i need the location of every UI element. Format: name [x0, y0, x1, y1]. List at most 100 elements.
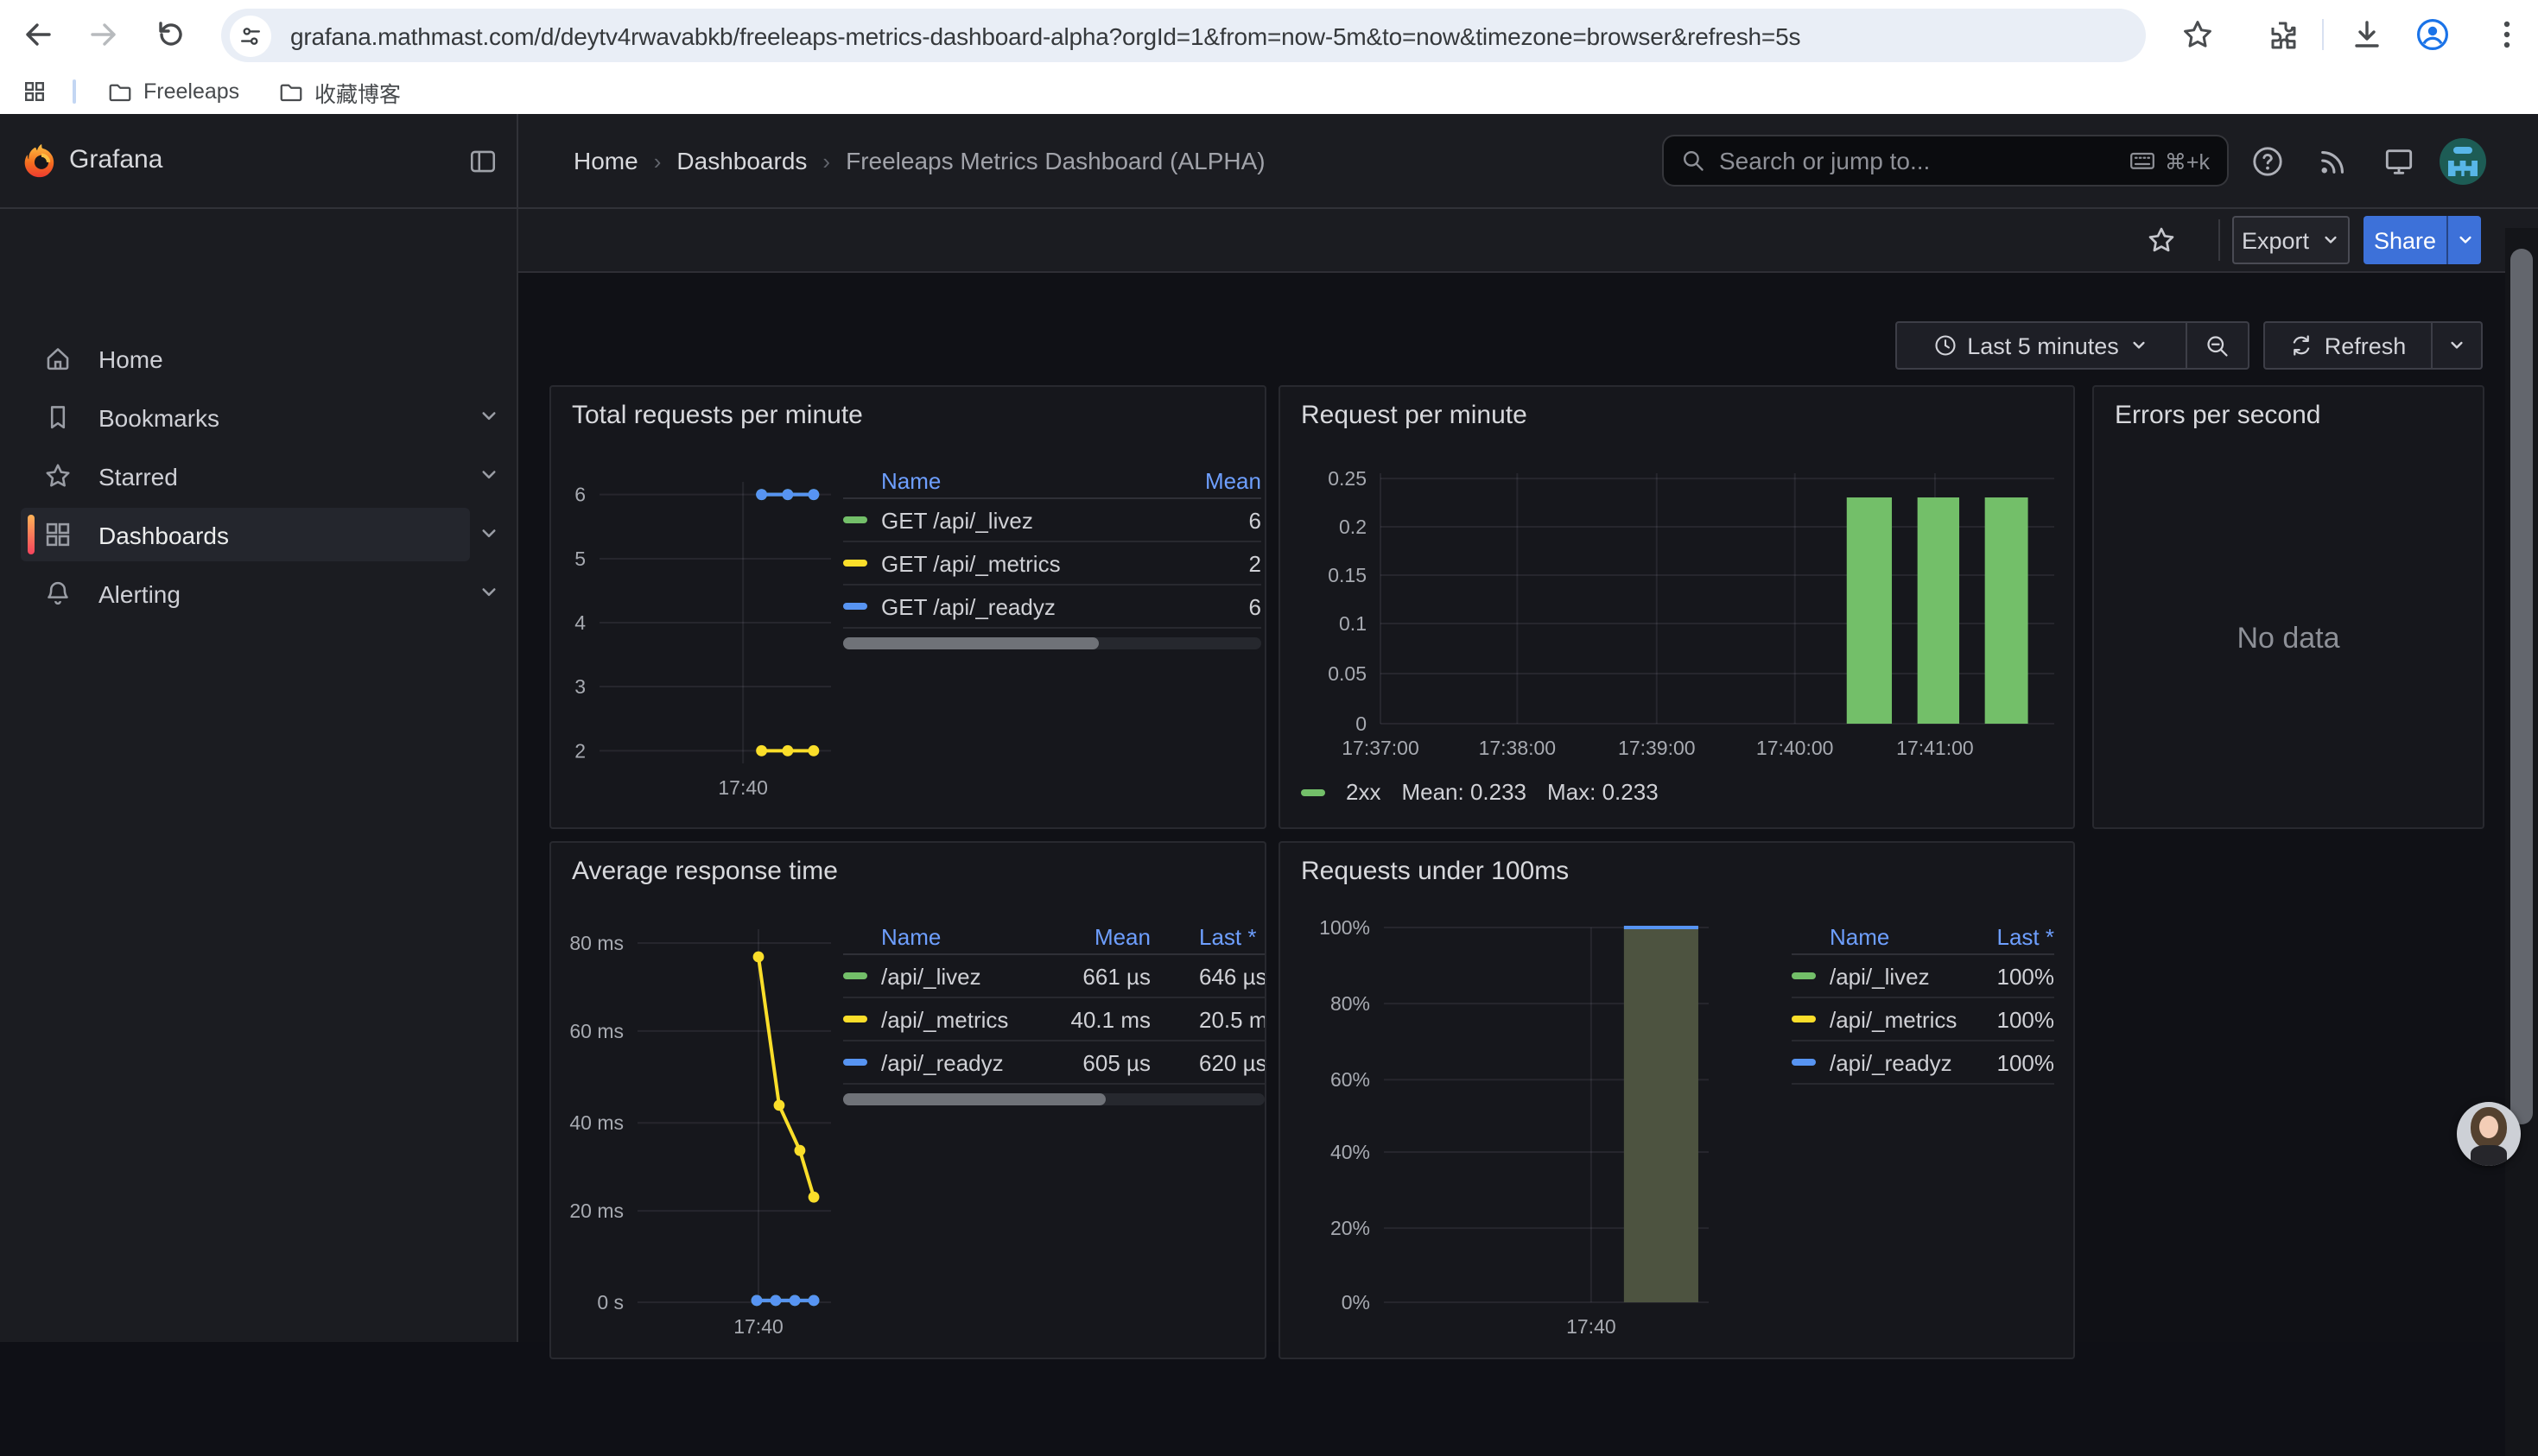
legend-mean-header[interactable]: Mean — [1164, 467, 1261, 493]
series-name[interactable]: GET /api/_livez — [881, 507, 1164, 533]
chevron-down-icon[interactable] — [477, 522, 501, 546]
time-range-picker[interactable]: Last 5 minutes — [1895, 321, 2187, 370]
breadcrumb-separator: › — [654, 148, 662, 174]
series-name[interactable]: /api/_livez — [1830, 963, 1971, 989]
legend-scrollbar[interactable] — [843, 1093, 1265, 1105]
chevron-down-icon[interactable] — [477, 404, 501, 428]
series-name[interactable]: /api/_readyz — [881, 1049, 1004, 1075]
address-bar[interactable]: grafana.mathmast.com/d/deytv4rwavabkb/fr… — [221, 9, 2146, 62]
legend-last-header[interactable]: Last * — [1971, 923, 2054, 949]
user-avatar[interactable] — [2440, 138, 2486, 185]
chevron-down-icon[interactable] — [477, 463, 501, 487]
share-dropdown-button[interactable] — [2446, 216, 2481, 264]
legend-mean-header[interactable]: Mean — [1030, 923, 1151, 949]
sidebar-item-home[interactable]: Home — [21, 332, 470, 385]
home-icon — [43, 344, 73, 373]
export-button[interactable]: Export — [2232, 216, 2350, 264]
share-button[interactable]: Share — [2364, 216, 2446, 264]
svg-text:60%: 60% — [1330, 1068, 1370, 1091]
legend-row[interactable]: GET /api/_readyz 6 — [843, 586, 1261, 629]
legend-row[interactable]: /api/_readyz 100% — [1792, 1041, 2054, 1085]
legend-row[interactable]: /api/_livez 661 µs 646 µs — [843, 955, 1265, 998]
series-name[interactable]: /api/_metrics — [1830, 1006, 1971, 1032]
bell-icon — [43, 579, 73, 608]
legend-scrollbar[interactable] — [843, 637, 1261, 649]
legend-name-header[interactable]: Name — [843, 923, 1030, 949]
legend-row[interactable]: /api/_livez 100% — [1792, 955, 2054, 998]
series-name[interactable]: /api/_readyz — [1830, 1049, 1971, 1075]
legend-row[interactable]: GET /api/_metrics 2 — [843, 542, 1261, 586]
page-scrollbar[interactable] — [2505, 228, 2538, 1456]
mega-menu-toggle-icon[interactable] — [468, 147, 498, 176]
refresh-label: Refresh — [2325, 332, 2407, 358]
page-scrollbar-thumb[interactable] — [2510, 249, 2533, 1124]
reload-icon[interactable] — [154, 17, 188, 52]
legend-scrollbar-thumb[interactable] — [843, 637, 1099, 649]
legend-row[interactable]: GET /api/_livez 6 — [843, 499, 1261, 542]
panel-requests-under-100ms[interactable]: Requests under 100ms 100%80%60%40%20%0%1… — [1279, 841, 2075, 1359]
bookmark-star-icon[interactable] — [2180, 17, 2215, 52]
svg-text:40 ms: 40 ms — [569, 1111, 624, 1134]
bookmark-folder-blogs[interactable]: 收藏博客 — [271, 74, 408, 109]
legend-row[interactable]: /api/_metrics 100% — [1792, 998, 2054, 1041]
series-name[interactable]: /api/_livez — [881, 963, 981, 989]
series-name[interactable]: 2xx — [1346, 779, 1380, 805]
chevron-down-icon — [2446, 335, 2467, 356]
refresh-button[interactable]: Refresh — [2263, 321, 2433, 370]
profile-icon[interactable] — [2415, 17, 2450, 52]
legend-name-header[interactable]: Name — [843, 467, 1164, 493]
download-icon[interactable] — [2350, 17, 2384, 52]
extensions-icon[interactable] — [2265, 17, 2300, 52]
legend-row[interactable]: /api/_metrics 40.1 ms 20.5 ms — [843, 998, 1265, 1041]
zoom-out-icon — [2205, 332, 2230, 358]
legend-name-header[interactable]: Name — [1792, 923, 1971, 949]
floating-assistant-avatar[interactable] — [2457, 1102, 2521, 1166]
panel-title[interactable]: Errors per second — [2115, 401, 2320, 430]
breadcrumb-home[interactable]: Home — [574, 147, 638, 174]
zoom-out-button[interactable] — [2187, 321, 2249, 370]
kiosk-monitor-icon[interactable] — [2383, 145, 2415, 178]
bookmark-folder-freeleaps[interactable]: Freeleaps — [100, 74, 246, 109]
series-name[interactable]: /api/_metrics — [881, 1006, 1008, 1032]
news-rss-icon[interactable] — [2317, 145, 2350, 178]
folder-icon — [278, 79, 304, 104]
avatar-pixel-art — [2448, 161, 2478, 176]
help-icon[interactable] — [2251, 145, 2284, 178]
legend-row[interactable]: /api/_readyz 605 µs 620 µs — [843, 1041, 1265, 1085]
back-icon[interactable] — [21, 17, 55, 52]
search-input[interactable]: Search or jump to... ⌘+k — [1662, 135, 2229, 187]
bar-chart[interactable]: 0.250.20.150.10.05017:37:0017:38:0017:39… — [1280, 387, 2077, 831]
chevron-down-icon — [2319, 230, 2340, 250]
sidebar-item-label: Home — [98, 345, 163, 372]
chevron-down-icon[interactable] — [477, 580, 501, 605]
series-name[interactable]: GET /api/_readyz — [881, 593, 1164, 619]
panel-request-per-minute[interactable]: Request per minute 0.250.20.150.10.05017… — [1279, 385, 2075, 829]
favorite-star-icon[interactable] — [2146, 225, 2177, 256]
legend-last-header[interactable]: Last * — [1151, 923, 1265, 949]
site-settings-icon[interactable] — [230, 15, 271, 56]
apps-grid-icon[interactable] — [22, 79, 47, 104]
panel-total-requests-per-minute[interactable]: Total requests per minute 6543217:40 Nam… — [549, 385, 1266, 829]
sidebar-item-bookmarks[interactable]: Bookmarks — [21, 390, 470, 444]
sidebar-item-dashboards[interactable]: Dashboards — [21, 508, 470, 561]
breadcrumb-current: Freeleaps Metrics Dashboard (ALPHA) — [846, 147, 1266, 174]
series-last: 100% — [1971, 1006, 2054, 1032]
breadcrumb-dashboards[interactable]: Dashboards — [676, 147, 807, 174]
svg-text:80 ms: 80 ms — [569, 932, 624, 954]
panel-errors-per-second[interactable]: Errors per second No data — [2092, 385, 2484, 829]
star-icon — [43, 461, 73, 491]
sidebar-item-starred[interactable]: Starred — [21, 449, 470, 503]
avatar-art — [2479, 1116, 2498, 1138]
svg-text:2: 2 — [574, 739, 586, 762]
grafana-header: Grafana Home › Dashboards › Freeleaps Me… — [0, 114, 2538, 209]
refresh-interval-dropdown[interactable] — [2433, 321, 2483, 370]
bookmark-icon — [43, 402, 73, 432]
series-name[interactable]: GET /api/_metrics — [881, 550, 1164, 576]
grafana-logo[interactable] — [22, 142, 60, 180]
forward-icon[interactable] — [86, 17, 121, 52]
legend-scrollbar-thumb[interactable] — [843, 1093, 1106, 1105]
series-mean: 2 — [1164, 550, 1261, 576]
menu-dots-icon[interactable] — [2490, 17, 2524, 52]
sidebar-item-alerting[interactable]: Alerting — [21, 567, 470, 620]
panel-average-response-time[interactable]: Average response time 80 ms60 ms40 ms20 … — [549, 841, 1266, 1359]
